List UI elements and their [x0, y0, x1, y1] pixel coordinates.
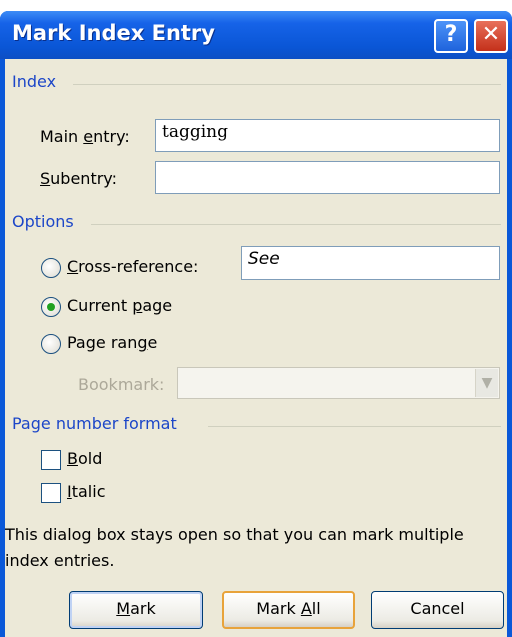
subentry-label: Subentry: [40, 169, 117, 188]
index-group-divider [73, 84, 501, 85]
mark-all-button[interactable]: Mark All [222, 591, 355, 629]
bookmark-dropdown: ▼ [177, 367, 500, 399]
italic-checkbox[interactable] [41, 483, 61, 503]
italic-label[interactable]: Italic [67, 482, 105, 501]
format-group-label: Page number format [12, 414, 177, 433]
format-group-divider [208, 426, 501, 427]
bold-label[interactable]: Bold [67, 449, 102, 468]
info-note: This dialog box stays open so that you c… [5, 525, 464, 570]
bookmark-label: Bookmark: [78, 375, 165, 394]
bold-checkbox[interactable] [41, 450, 61, 470]
mark-index-entry-dialog: Mark Index Entry ? ✕ Index Main entry: t… [0, 11, 512, 637]
current-page-label[interactable]: Current page [67, 296, 172, 315]
page-range-label[interactable]: Page range [67, 333, 157, 352]
dialog-body: Index Main entry: tagging Subentry: Opti… [5, 59, 507, 637]
cross-reference-field[interactable]: See [241, 246, 500, 280]
page-range-radio[interactable] [41, 334, 61, 354]
current-page-radio[interactable] [41, 297, 61, 317]
dialog-title: Mark Index Entry [12, 21, 215, 45]
close-icon[interactable]: ✕ [474, 19, 508, 53]
cancel-button[interactable]: Cancel [371, 591, 504, 629]
main-entry-field[interactable]: tagging [155, 119, 500, 152]
cross-reference-radio[interactable] [41, 258, 61, 278]
main-entry-label: Main entry: [40, 127, 130, 146]
index-group-label: Index [12, 72, 57, 91]
title-bar[interactable]: Mark Index Entry ? ✕ [0, 11, 512, 59]
cross-reference-label[interactable]: Cross-reference: [67, 257, 198, 276]
options-group-label: Options [12, 212, 74, 231]
background-text [0, 0, 512, 3]
mark-button[interactable]: Mark [69, 591, 203, 629]
help-icon[interactable]: ? [434, 19, 468, 53]
subentry-field[interactable] [155, 161, 500, 194]
options-group-divider [91, 224, 501, 225]
radio-selected-dot [47, 303, 55, 311]
chevron-down-icon: ▼ [475, 369, 498, 397]
